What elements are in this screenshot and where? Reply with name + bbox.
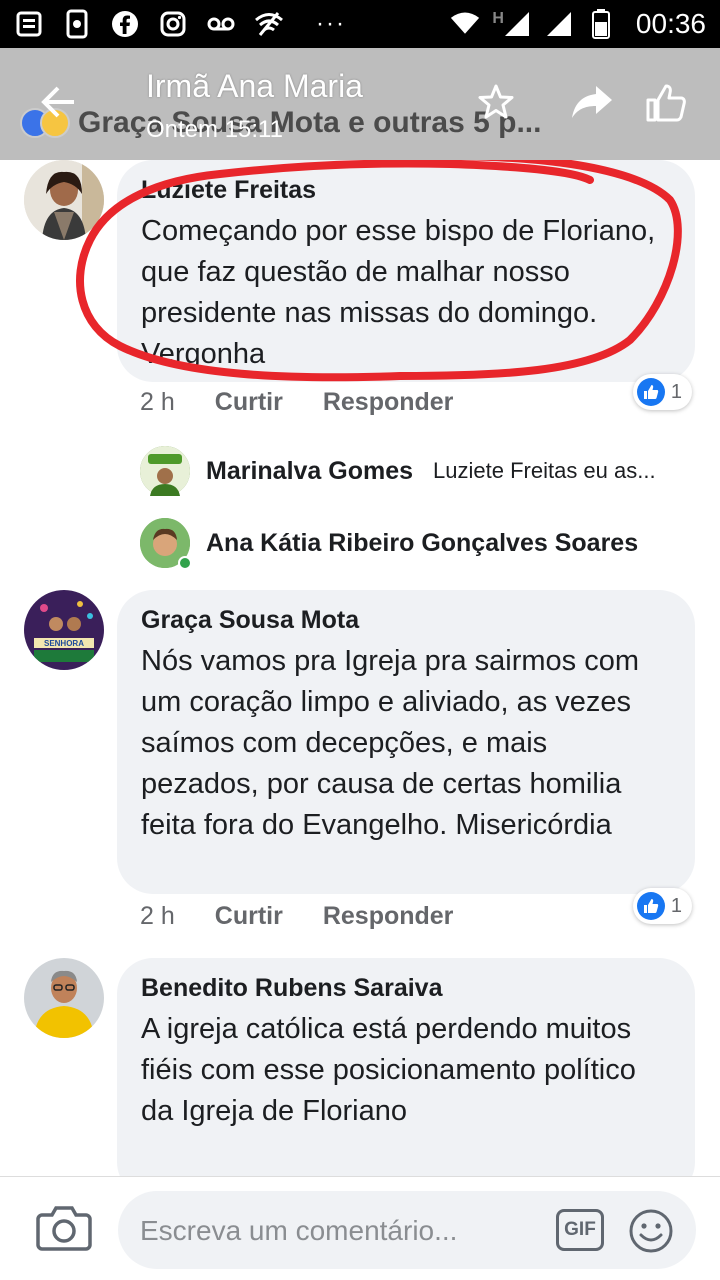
battery-icon xyxy=(586,9,616,39)
post-timestamp: Ontem 15:11 xyxy=(146,116,283,143)
signal-icon xyxy=(502,9,532,39)
emoji-button[interactable] xyxy=(628,1208,674,1254)
clock: 00:36 xyxy=(635,8,706,39)
wifi-off-icon xyxy=(254,9,284,39)
share-button[interactable] xyxy=(568,78,616,126)
news-icon xyxy=(14,9,44,39)
post-header: Graça Sousa Mota e outras 5 p... Irmã An… xyxy=(0,48,720,160)
comment-actions: 2 h Curtir Responder xyxy=(140,902,453,931)
star-icon xyxy=(478,84,514,119)
smiley-icon xyxy=(629,1209,673,1253)
back-arrow-icon xyxy=(41,86,74,118)
avatar[interactable]: SENHORA xyxy=(24,590,104,670)
camera-button[interactable] xyxy=(36,1203,92,1251)
phone-sync-icon xyxy=(62,9,92,39)
online-status-dot xyxy=(178,556,192,570)
camera-icon xyxy=(36,1206,92,1251)
more-notifications: ··· xyxy=(316,10,346,37)
back-button[interactable] xyxy=(34,78,82,126)
like-reaction-icon xyxy=(636,892,665,920)
comment-like-count[interactable]: 1 xyxy=(632,374,692,410)
comment-text: Começando por esse bispo de Floriano, qu… xyxy=(141,215,656,370)
comment-time: 2 h xyxy=(140,902,175,930)
signal-icon-2 xyxy=(544,9,574,39)
reply-preview: Luziete Freitas eu as... xyxy=(433,458,656,483)
comment-input[interactable]: Escreva um comentário... GIF xyxy=(118,1191,696,1269)
voicemail-icon xyxy=(206,9,236,39)
reply-item[interactable]: Ana Kátia Ribeiro Gonçalves Soares xyxy=(140,518,639,570)
facebook-icon xyxy=(110,9,140,39)
comment-bubble: Benedito Rubens Saraiva A igreja católic… xyxy=(117,958,695,1176)
reply-comment-button[interactable]: Responder xyxy=(323,388,454,417)
like-count: 1 xyxy=(670,894,682,917)
wifi-icon xyxy=(450,9,480,39)
status-bar: ··· H 00:36 xyxy=(0,0,720,48)
comment-actions: 2 h Curtir Responder xyxy=(140,388,453,417)
comments-list: Luziete Freitas Começando por esse bispo… xyxy=(0,160,720,1176)
comment-author[interactable]: Luziete Freitas xyxy=(141,176,671,205)
page-title: Irmã Ana Maria xyxy=(146,68,363,104)
comment-author[interactable]: Graça Sousa Mota xyxy=(141,606,671,635)
favorite-button[interactable] xyxy=(472,78,520,126)
like-reaction-icon xyxy=(636,378,665,406)
reply-comment-button[interactable]: Responder xyxy=(323,902,454,931)
like-comment-button[interactable]: Curtir xyxy=(215,388,283,417)
avatar[interactable] xyxy=(140,518,192,570)
avatar[interactable] xyxy=(140,446,190,496)
like-comment-button[interactable]: Curtir xyxy=(215,902,283,931)
reply-author: Ana Kátia Ribeiro Gonçalves Soares xyxy=(206,528,639,557)
thumbs-up-icon xyxy=(646,84,686,122)
reply-item[interactable]: Marinalva Gomes Luziete Freitas eu as... xyxy=(140,446,656,496)
comment-text: Nós vamos pra Igreja pra sairmos com um … xyxy=(141,645,639,841)
comment-bubble: Graça Sousa Mota Nós vamos pra Igreja pr… xyxy=(117,590,695,894)
comment-input-placeholder: Escreva um comentário... xyxy=(140,1215,458,1246)
avatar[interactable] xyxy=(24,958,104,1038)
svg-text:SENHORA: SENHORA xyxy=(44,639,84,648)
like-count: 1 xyxy=(670,380,682,403)
avatar[interactable] xyxy=(24,160,104,240)
like-post-button[interactable] xyxy=(642,78,690,126)
instagram-icon xyxy=(158,9,188,39)
gif-button[interactable]: GIF xyxy=(556,1209,604,1251)
comment-composer: Escreva um comentário... GIF xyxy=(0,1176,720,1280)
comment-like-count[interactable]: 1 xyxy=(632,888,692,924)
comment-author[interactable]: Benedito Rubens Saraiva xyxy=(141,974,671,1003)
reply-author: Marinalva Gomes xyxy=(206,456,414,485)
comment-bubble: Luziete Freitas Começando por esse bispo… xyxy=(117,160,695,382)
comment-text: A igreja católica está perdendo muitos f… xyxy=(141,1013,636,1127)
share-icon xyxy=(572,86,612,118)
comment-time: 2 h xyxy=(140,388,175,416)
